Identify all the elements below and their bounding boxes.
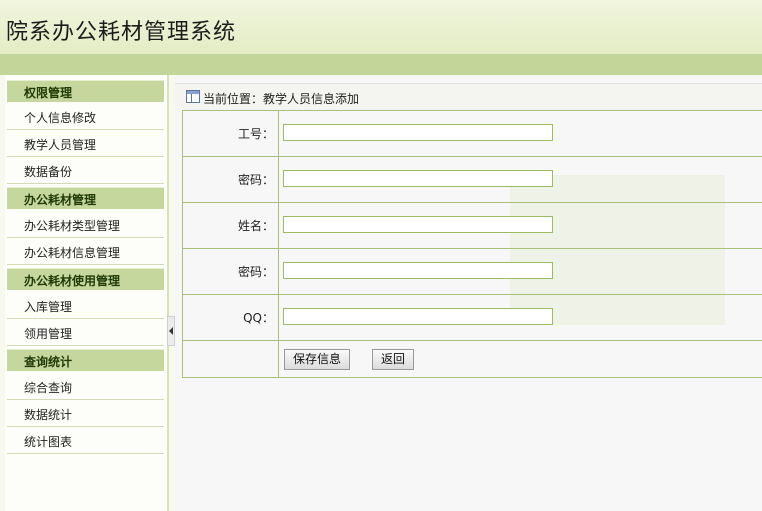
sidebar-item-label: 办公耗材信息管理 [24, 246, 121, 260]
sidebar-item-label: 领用管理 [24, 327, 73, 341]
back-button[interactable]: 返回 [372, 349, 415, 370]
sidebar-group-supply-usage[interactable]: 办公耗材使用管理 [7, 268, 164, 290]
form-row-job-id: 工号： [183, 111, 762, 157]
password-confirm-input[interactable] [283, 262, 553, 279]
sidebar-group-permission[interactable]: 权限管理 [7, 80, 164, 102]
field-label-password: 密码： [237, 173, 274, 187]
field-label-qq: QQ： [243, 311, 274, 325]
label-cell: 姓名： [183, 203, 279, 248]
sidebar-item-supply-info[interactable]: 办公耗材信息管理 [7, 238, 164, 265]
sidebar-group-supplies[interactable]: 办公耗材管理 [7, 187, 164, 209]
sidebar-item-label: 数据备份 [24, 165, 73, 179]
sidebar-item-label: 办公耗材类型管理 [24, 219, 121, 233]
form-row-qq: QQ： [183, 295, 762, 341]
label-cell: 密码： [183, 249, 279, 294]
sidebar-group-label: 查询统计 [24, 355, 73, 369]
label-cell: 工号： [183, 111, 279, 156]
form-row-password: 密码： [183, 157, 762, 203]
password-input[interactable] [283, 170, 553, 187]
sidebar-item-data-backup[interactable]: 数据备份 [7, 157, 164, 184]
label-cell: QQ： [183, 295, 279, 340]
form-row-actions: 保存信息 返回 [183, 341, 762, 377]
field-label-password-confirm: 密码： [237, 265, 274, 279]
sidebar-item-label: 个人信息修改 [24, 111, 97, 125]
save-button[interactable]: 保存信息 [284, 349, 351, 370]
sidebar-item-label: 数据统计 [24, 408, 73, 422]
sidebar-item-label: 教学人员管理 [24, 138, 97, 152]
sidebar-item-label: 综合查询 [24, 381, 73, 395]
label-cell [183, 341, 279, 377]
main-content: 当前位置：教学人员信息添加 工号： 密码： 姓名： 密码： QQ： 保存信息 返… [175, 75, 762, 511]
sidebar-item-stock-in[interactable]: 入库管理 [7, 292, 164, 319]
job-id-input[interactable] [283, 124, 553, 141]
sidebar-collapse-handle[interactable] [167, 316, 175, 346]
sidebar-item-requisition[interactable]: 领用管理 [7, 319, 164, 346]
form-row-name: 姓名： [183, 203, 762, 249]
header-bar [0, 54, 762, 75]
staff-add-form: 工号： 密码： 姓名： 密码： QQ： 保存信息 返回 [182, 110, 762, 378]
sidebar-item-search[interactable]: 综合查询 [7, 373, 164, 400]
sidebar: 权限管理 个人信息修改 教学人员管理 数据备份 办公耗材管理 办公耗材类型管理 … [5, 75, 169, 511]
label-cell: 密码： [183, 157, 279, 202]
field-label-job-id: 工号： [237, 127, 274, 141]
form-row-password-confirm: 密码： [183, 249, 762, 295]
sidebar-item-data-stats[interactable]: 数据统计 [7, 400, 164, 427]
sidebar-group-label: 办公耗材管理 [24, 193, 97, 207]
sidebar-item-charts[interactable]: 统计图表 [7, 427, 164, 454]
sidebar-item-profile-edit[interactable]: 个人信息修改 [7, 103, 164, 130]
breadcrumb: 当前位置：教学人员信息添加 [203, 92, 360, 106]
content-header: 当前位置：教学人员信息添加 [175, 83, 762, 110]
qq-input[interactable] [283, 308, 553, 325]
sidebar-item-label: 统计图表 [24, 435, 73, 449]
sidebar-group-statistics[interactable]: 查询统计 [7, 349, 164, 371]
app-title: 院系办公耗材管理系统 [6, 20, 237, 45]
name-input[interactable] [283, 216, 553, 233]
sidebar-group-label: 权限管理 [24, 86, 73, 100]
sidebar-item-supply-types[interactable]: 办公耗材类型管理 [7, 211, 164, 238]
sidebar-item-label: 入库管理 [24, 300, 73, 314]
sidebar-group-label: 办公耗材使用管理 [24, 274, 121, 288]
app-header: 院系办公耗材管理系统 [0, 0, 762, 54]
sidebar-item-staff-manage[interactable]: 教学人员管理 [7, 130, 164, 157]
page-icon [186, 90, 200, 103]
field-label-name: 姓名： [237, 219, 274, 233]
